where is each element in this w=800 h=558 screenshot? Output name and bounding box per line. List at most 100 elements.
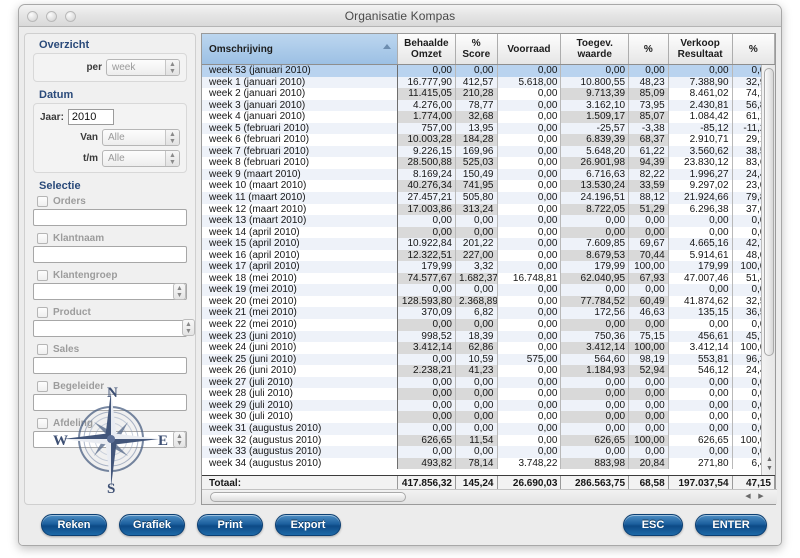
cell-value: 85,09 xyxy=(629,88,669,100)
chevron-updown-icon[interactable]: ▲ ▼ xyxy=(165,130,179,145)
scroll-right-icon[interactable]: ▶ xyxy=(756,493,766,502)
table-row[interactable]: week 25 (juni 2010) 0,00 10,59 575,00 564,60… xyxy=(202,353,775,366)
column-header-label: Omschrijving xyxy=(209,43,273,55)
checkbox-icon[interactable] xyxy=(37,196,48,207)
cell-value: 0,00 xyxy=(397,284,456,296)
column-header-verkoop-resultaat-6[interactable]: Verkoop Resultaat xyxy=(668,34,733,64)
table-row[interactable]: week 4 (januari 2010) 1.774,00 32,68 0,00 1.… xyxy=(202,111,775,123)
table-row[interactable]: week 8 (februari 2010) 28.500,88 525,03 0,0… xyxy=(202,157,775,169)
checkbox-icon[interactable] xyxy=(37,344,48,355)
label-van: Van xyxy=(80,132,98,143)
group-title-datum: Datum xyxy=(39,89,74,101)
column-header-%-score-2[interactable]: % Score xyxy=(455,34,498,64)
table-row[interactable]: week 10 (maart 2010) 40.276,34 741,95 0,00 1… xyxy=(202,180,775,193)
table-row[interactable]: week 23 (juni 2010) 998,52 18,39 0,00 750,36… xyxy=(202,330,775,343)
chevron-updown-icon[interactable]: ▲ ▼ xyxy=(165,60,179,75)
table-row[interactable]: week 27 (juli 2010) 0,00 0,00 0,00 0,00 0,00 0… xyxy=(202,376,775,389)
column-header-%-5[interactable]: % xyxy=(629,34,669,64)
cell-value: 553,81 xyxy=(668,353,733,366)
selectie-input[interactable] xyxy=(33,246,187,263)
chevron-updown-icon[interactable]: ▲ ▼ xyxy=(182,319,195,336)
table-row[interactable]: week 19 (mei 2010) 0,00 0,00 0,00 0,00 0,00 0,… xyxy=(202,284,775,296)
table-row[interactable]: week 7 (februari 2010) 9.226,15 169,96 0,00… xyxy=(202,145,775,158)
table-row[interactable]: week 5 (februari 2010) 757,00 13,95 0,00 -25… xyxy=(202,122,775,135)
vertical-scrollbar[interactable]: ▲ ▼ xyxy=(761,65,775,475)
horizontal-scrollbar-thumb[interactable] xyxy=(210,492,406,502)
table-row[interactable]: week 3 (januari 2010) 4.276,00 78,77 0,00 3.… xyxy=(202,99,775,112)
table-row[interactable]: week 6 (februari 2010) 10.003,28 184,28 0,0… xyxy=(202,134,775,146)
checkbox-icon[interactable] xyxy=(37,307,48,318)
selectie-checkbox-row[interactable]: Product xyxy=(33,305,187,320)
table-row[interactable]: week 1 (januari 2010) 16.777,90 412,57 5.61… xyxy=(202,76,775,89)
van-combo[interactable]: Alle ▲ ▼ xyxy=(102,129,180,146)
vertical-scrollbar-thumb[interactable] xyxy=(764,68,774,356)
table-row[interactable]: week 31 (augustus 2010) 0,00 0,00 0,00 0,00 0… xyxy=(202,422,775,435)
table-row[interactable]: week 2 (januari 2010) 11.415,05 210,28 0,00… xyxy=(202,88,775,100)
table-row[interactable]: week 22 (mei 2010) 0,00 0,00 0,00 0,00 0,00 0,… xyxy=(202,319,775,331)
selectie-input[interactable] xyxy=(33,283,187,300)
cell-value: 0,00 xyxy=(497,65,562,77)
reken-button[interactable]: Reken xyxy=(41,514,107,536)
cell-omschrijving: week 4 (januari 2010) xyxy=(202,111,398,123)
print-button[interactable]: Print xyxy=(197,514,263,536)
cell-value: 78,14 xyxy=(455,457,498,470)
table-row[interactable]: week 32 (augustus 2010) 626,65 11,54 0,00 62… xyxy=(202,434,775,447)
scroll-down-icon[interactable]: ▼ xyxy=(765,465,774,473)
table-rows-viewport[interactable]: week 53 (januari 2010) 0,00 0,00 0,00 0,00 0,… xyxy=(202,65,775,475)
chevron-updown-icon[interactable]: ▲ ▼ xyxy=(173,283,186,300)
cell-value: 1.509,17 xyxy=(561,111,630,123)
checkbox-icon[interactable] xyxy=(37,233,48,244)
table-row[interactable]: week 28 (juli 2010) 0,00 0,00 0,00 0,00 0,00 0… xyxy=(202,388,775,400)
table-row[interactable]: week 26 (juni 2010) 2.238,21 41,23 0,00 1.18… xyxy=(202,365,775,377)
table-row[interactable]: week 15 (april 2010) 10.922,84 201,22 0,00 7… xyxy=(202,238,775,250)
table-row[interactable]: week 21 (mei 2010) 370,09 6,82 0,00 172,56 46… xyxy=(202,307,775,320)
table-row[interactable]: week 12 (maart 2010) 17.003,86 313,24 0,00 8… xyxy=(202,203,775,216)
grafiek-button[interactable]: Grafiek xyxy=(119,514,185,536)
checkbox-icon[interactable] xyxy=(37,270,48,281)
scroll-up-icon[interactable]: ▲ xyxy=(765,456,774,464)
table-row[interactable]: week 34 (augustus 2010) 493,82 78,14 3.748,… xyxy=(202,457,775,470)
desktop-background: Organisatie Kompas Overzicht per week ▲ ▼… xyxy=(0,0,800,558)
horizontal-scrollbar[interactable]: ◀ ▶ xyxy=(202,489,777,504)
cell-omschrijving: week 11 (maart 2010) xyxy=(202,192,398,204)
table-row[interactable]: week 53 (januari 2010) 0,00 0,00 0,00 0,00 0,… xyxy=(202,65,775,77)
table-row[interactable]: week 33 (augustus 2010) 0,00 0,00 0,00 0,00 0… xyxy=(202,446,775,458)
column-header-omschrijving-0[interactable]: Omschrijving xyxy=(202,34,398,64)
table-row[interactable]: week 17 (april 2010) 179,99 3,32 0,00 179,99… xyxy=(202,261,775,273)
column-header-behaalde-omzet-1[interactable]: Behaalde Omzet xyxy=(397,34,456,64)
jaar-input[interactable]: 2010 xyxy=(67,109,114,125)
tm-combo[interactable]: Alle ▲ ▼ xyxy=(102,150,180,167)
cell-value: 0,00 xyxy=(668,422,733,435)
table-row[interactable]: week 20 (mei 2010) 128.593,80 2.368,89 0,00… xyxy=(202,295,775,308)
column-header-toegev.-waarde-4[interactable]: Toegev. waarde xyxy=(561,34,630,64)
chevron-updown-icon[interactable]: ▲ ▼ xyxy=(165,151,179,166)
cell-value: 61,22 xyxy=(629,145,669,158)
table-row[interactable]: week 30 (juli 2010) 0,00 0,00 0,00 0,00 0,00 0… xyxy=(202,411,775,423)
selectie-input[interactable] xyxy=(33,357,187,374)
column-header-%-7[interactable]: % xyxy=(732,34,775,64)
table-row[interactable]: week 24 (juni 2010) 3.412,14 62,86 0,00 3.41… xyxy=(202,342,775,354)
table-row[interactable]: week 11 (maart 2010) 27.457,21 505,80 0,00 2… xyxy=(202,192,775,204)
selectie-checkbox-row[interactable]: Orders xyxy=(33,194,187,209)
selectie-checkbox-row[interactable]: Klantengroep xyxy=(33,268,187,283)
per-combo[interactable]: week ▲ ▼ xyxy=(106,59,180,76)
selectie-input[interactable] xyxy=(33,209,187,226)
selectie-checkbox-row[interactable]: Klantnaam xyxy=(33,231,187,246)
column-header-voorraad-3[interactable]: Voorraad xyxy=(497,34,562,64)
table-row[interactable]: week 14 (april 2010) 0,00 0,00 0,00 0,00 0,00… xyxy=(202,226,775,239)
selectie-input[interactable] xyxy=(33,320,187,337)
table-row[interactable]: week 16 (april 2010) 12.322,51 227,00 0,00 8… xyxy=(202,249,775,262)
selectie-label: Sales xyxy=(53,344,80,355)
table-row[interactable]: week 13 (maart 2010) 0,00 0,00 0,00 0,00 0,00… xyxy=(202,215,775,227)
esc-button[interactable]: ESC xyxy=(623,514,683,536)
enter-button[interactable]: ENTER xyxy=(695,514,767,536)
table-row[interactable]: week 18 (mei 2010) 74.577,67 1.682,37 16.74… xyxy=(202,272,775,285)
window-titlebar[interactable]: Organisatie Kompas xyxy=(19,5,781,27)
export-button[interactable]: Export xyxy=(275,514,341,536)
cell-value: 17.003,86 xyxy=(397,203,456,216)
scroll-left-icon[interactable]: ◀ xyxy=(743,493,753,502)
cell-value: 0,00 xyxy=(497,319,562,331)
selectie-checkbox-row[interactable]: Sales xyxy=(33,342,187,357)
table-row[interactable]: week 29 (juli 2010) 0,00 0,00 0,00 0,00 0,00 0… xyxy=(202,399,775,412)
table-row[interactable]: week 9 (maart 2010) 8.169,24 150,49 0,00 6.7… xyxy=(202,168,775,181)
